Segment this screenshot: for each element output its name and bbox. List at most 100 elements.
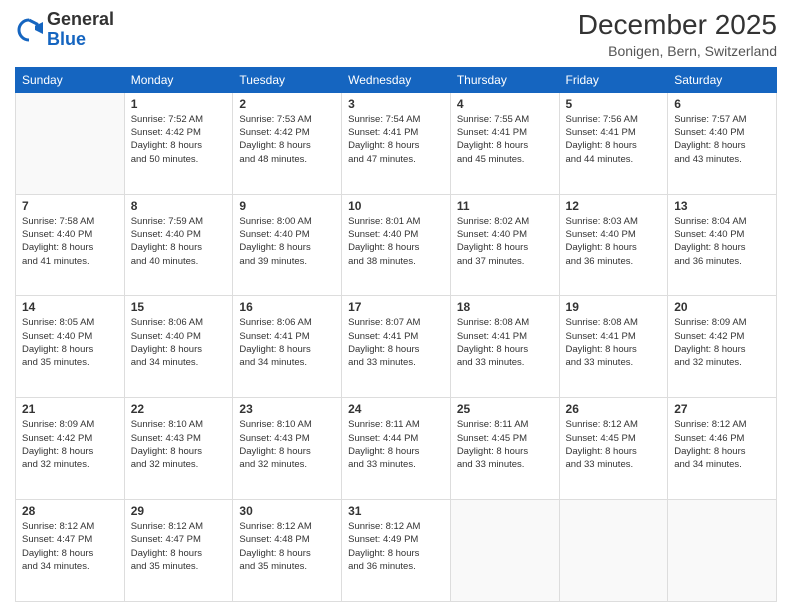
table-cell (668, 500, 777, 602)
day-info: Sunrise: 8:06 AM Sunset: 4:40 PM Dayligh… (131, 316, 227, 369)
table-cell: 26 Sunrise: 8:12 AM Sunset: 4:45 PM Dayli… (559, 398, 668, 500)
day-info: Sunrise: 8:08 AM Sunset: 4:41 PM Dayligh… (566, 316, 662, 369)
day-number: 26 (566, 402, 662, 416)
day-number: 19 (566, 300, 662, 314)
week-row-1: 1Sunrise: 7:52 AM Sunset: 4:42 PM Daylig… (16, 92, 777, 194)
day-number: 30 (239, 504, 335, 518)
month-title: December 2025 (578, 10, 777, 41)
day-info: Sunrise: 8:00 AM Sunset: 4:40 PM Dayligh… (239, 215, 335, 268)
day-info: Sunrise: 8:02 AM Sunset: 4:40 PM Dayligh… (457, 215, 553, 268)
table-cell: 18 Sunrise: 8:08 AM Sunset: 4:41 PM Dayli… (450, 296, 559, 398)
calendar-table: Sunday Monday Tuesday Wednesday Thursday… (15, 67, 777, 602)
table-cell: 25 Sunrise: 8:11 AM Sunset: 4:45 PM Dayli… (450, 398, 559, 500)
day-info: Sunrise: 7:53 AM Sunset: 4:42 PM Dayligh… (239, 113, 335, 166)
table-cell: 9 Sunrise: 8:00 AM Sunset: 4:40 PM Daylig… (233, 194, 342, 296)
table-cell: 15 Sunrise: 8:06 AM Sunset: 4:40 PM Dayli… (124, 296, 233, 398)
day-info: Sunrise: 8:12 AM Sunset: 4:46 PM Dayligh… (674, 418, 770, 471)
day-number: 20 (674, 300, 770, 314)
logo-general: General (47, 9, 114, 29)
day-info: Sunrise: 7:56 AM Sunset: 4:41 PM Dayligh… (566, 113, 662, 166)
day-info: Sunrise: 8:12 AM Sunset: 4:47 PM Dayligh… (131, 520, 227, 573)
location: Bonigen, Bern, Switzerland (578, 43, 777, 59)
day-info: Sunrise: 8:05 AM Sunset: 4:40 PM Dayligh… (22, 316, 118, 369)
day-info: Sunrise: 8:06 AM Sunset: 4:41 PM Dayligh… (239, 316, 335, 369)
table-cell: 27 Sunrise: 8:12 AM Sunset: 4:46 PM Dayli… (668, 398, 777, 500)
day-number: 16 (239, 300, 335, 314)
day-info: Sunrise: 7:55 AM Sunset: 4:41 PM Dayligh… (457, 113, 553, 166)
col-thursday: Thursday (450, 67, 559, 92)
day-info: Sunrise: 8:04 AM Sunset: 4:40 PM Dayligh… (674, 215, 770, 268)
table-cell: 20Sunrise: 8:09 AM Sunset: 4:42 PM Dayli… (668, 296, 777, 398)
col-sunday: Sunday (16, 67, 125, 92)
table-cell: 21 Sunrise: 8:09 AM Sunset: 4:42 PM Dayli… (16, 398, 125, 500)
week-row-2: 7Sunrise: 7:58 AM Sunset: 4:40 PM Daylig… (16, 194, 777, 296)
table-cell: 16 Sunrise: 8:06 AM Sunset: 4:41 PM Dayli… (233, 296, 342, 398)
day-number: 6 (674, 97, 770, 111)
col-saturday: Saturday (668, 67, 777, 92)
day-info: Sunrise: 8:12 AM Sunset: 4:49 PM Dayligh… (348, 520, 444, 573)
table-cell: 5 Sunrise: 7:56 AM Sunset: 4:41 PM Daylig… (559, 92, 668, 194)
header: General Blue December 2025 Bonigen, Bern… (15, 10, 777, 59)
table-cell: 29 Sunrise: 8:12 AM Sunset: 4:47 PM Dayli… (124, 500, 233, 602)
col-tuesday: Tuesday (233, 67, 342, 92)
day-number: 21 (22, 402, 118, 416)
table-cell: 11Sunrise: 8:02 AM Sunset: 4:40 PM Dayli… (450, 194, 559, 296)
day-number: 14 (22, 300, 118, 314)
logo-icon (15, 16, 43, 44)
day-number: 2 (239, 97, 335, 111)
day-info: Sunrise: 8:08 AM Sunset: 4:41 PM Dayligh… (457, 316, 553, 369)
day-number: 28 (22, 504, 118, 518)
day-number: 9 (239, 199, 335, 213)
week-row-4: 21 Sunrise: 8:09 AM Sunset: 4:42 PM Dayli… (16, 398, 777, 500)
day-info: Sunrise: 8:12 AM Sunset: 4:47 PM Dayligh… (22, 520, 118, 573)
logo: General Blue (15, 10, 114, 50)
table-cell (559, 500, 668, 602)
day-number: 23 (239, 402, 335, 416)
table-cell: 31 Sunrise: 8:12 AM Sunset: 4:49 PM Dayli… (342, 500, 451, 602)
page: General Blue December 2025 Bonigen, Bern… (0, 0, 792, 612)
day-number: 25 (457, 402, 553, 416)
day-number: 31 (348, 504, 444, 518)
day-info: Sunrise: 7:54 AM Sunset: 4:41 PM Dayligh… (348, 113, 444, 166)
day-number: 8 (131, 199, 227, 213)
day-info: Sunrise: 8:12 AM Sunset: 4:45 PM Dayligh… (566, 418, 662, 471)
table-cell: 19 Sunrise: 8:08 AM Sunset: 4:41 PM Dayli… (559, 296, 668, 398)
day-number: 27 (674, 402, 770, 416)
col-monday: Monday (124, 67, 233, 92)
table-cell: 14 Sunrise: 8:05 AM Sunset: 4:40 PM Dayli… (16, 296, 125, 398)
day-number: 29 (131, 504, 227, 518)
day-number: 12 (566, 199, 662, 213)
calendar-header-row: Sunday Monday Tuesday Wednesday Thursday… (16, 67, 777, 92)
table-cell: 30Sunrise: 8:12 AM Sunset: 4:48 PM Dayli… (233, 500, 342, 602)
table-cell: 10 Sunrise: 8:01 AM Sunset: 4:40 PM Dayli… (342, 194, 451, 296)
day-number: 18 (457, 300, 553, 314)
table-cell: 7Sunrise: 7:58 AM Sunset: 4:40 PM Daylig… (16, 194, 125, 296)
day-info: Sunrise: 8:03 AM Sunset: 4:40 PM Dayligh… (566, 215, 662, 268)
day-info: Sunrise: 8:09 AM Sunset: 4:42 PM Dayligh… (22, 418, 118, 471)
day-number: 1 (131, 97, 227, 111)
logo-blue: Blue (47, 29, 86, 49)
day-number: 24 (348, 402, 444, 416)
day-info: Sunrise: 7:57 AM Sunset: 4:40 PM Dayligh… (674, 113, 770, 166)
day-number: 17 (348, 300, 444, 314)
table-cell: 12 Sunrise: 8:03 AM Sunset: 4:40 PM Dayli… (559, 194, 668, 296)
table-cell: 2 Sunrise: 7:53 AM Sunset: 4:42 PM Daylig… (233, 92, 342, 194)
day-info: Sunrise: 8:10 AM Sunset: 4:43 PM Dayligh… (131, 418, 227, 471)
day-number: 3 (348, 97, 444, 111)
day-number: 4 (457, 97, 553, 111)
week-row-5: 28 Sunrise: 8:12 AM Sunset: 4:47 PM Dayli… (16, 500, 777, 602)
day-number: 15 (131, 300, 227, 314)
week-row-3: 14 Sunrise: 8:05 AM Sunset: 4:40 PM Dayli… (16, 296, 777, 398)
day-number: 5 (566, 97, 662, 111)
day-info: Sunrise: 8:07 AM Sunset: 4:41 PM Dayligh… (348, 316, 444, 369)
table-cell: 13Sunrise: 8:04 AM Sunset: 4:40 PM Dayli… (668, 194, 777, 296)
day-info: Sunrise: 8:11 AM Sunset: 4:45 PM Dayligh… (457, 418, 553, 471)
day-info: Sunrise: 8:10 AM Sunset: 4:43 PM Dayligh… (239, 418, 335, 471)
col-friday: Friday (559, 67, 668, 92)
title-block: December 2025 Bonigen, Bern, Switzerland (578, 10, 777, 59)
day-number: 10 (348, 199, 444, 213)
day-info: Sunrise: 8:01 AM Sunset: 4:40 PM Dayligh… (348, 215, 444, 268)
day-number: 7 (22, 199, 118, 213)
table-cell (16, 92, 125, 194)
day-number: 22 (131, 402, 227, 416)
